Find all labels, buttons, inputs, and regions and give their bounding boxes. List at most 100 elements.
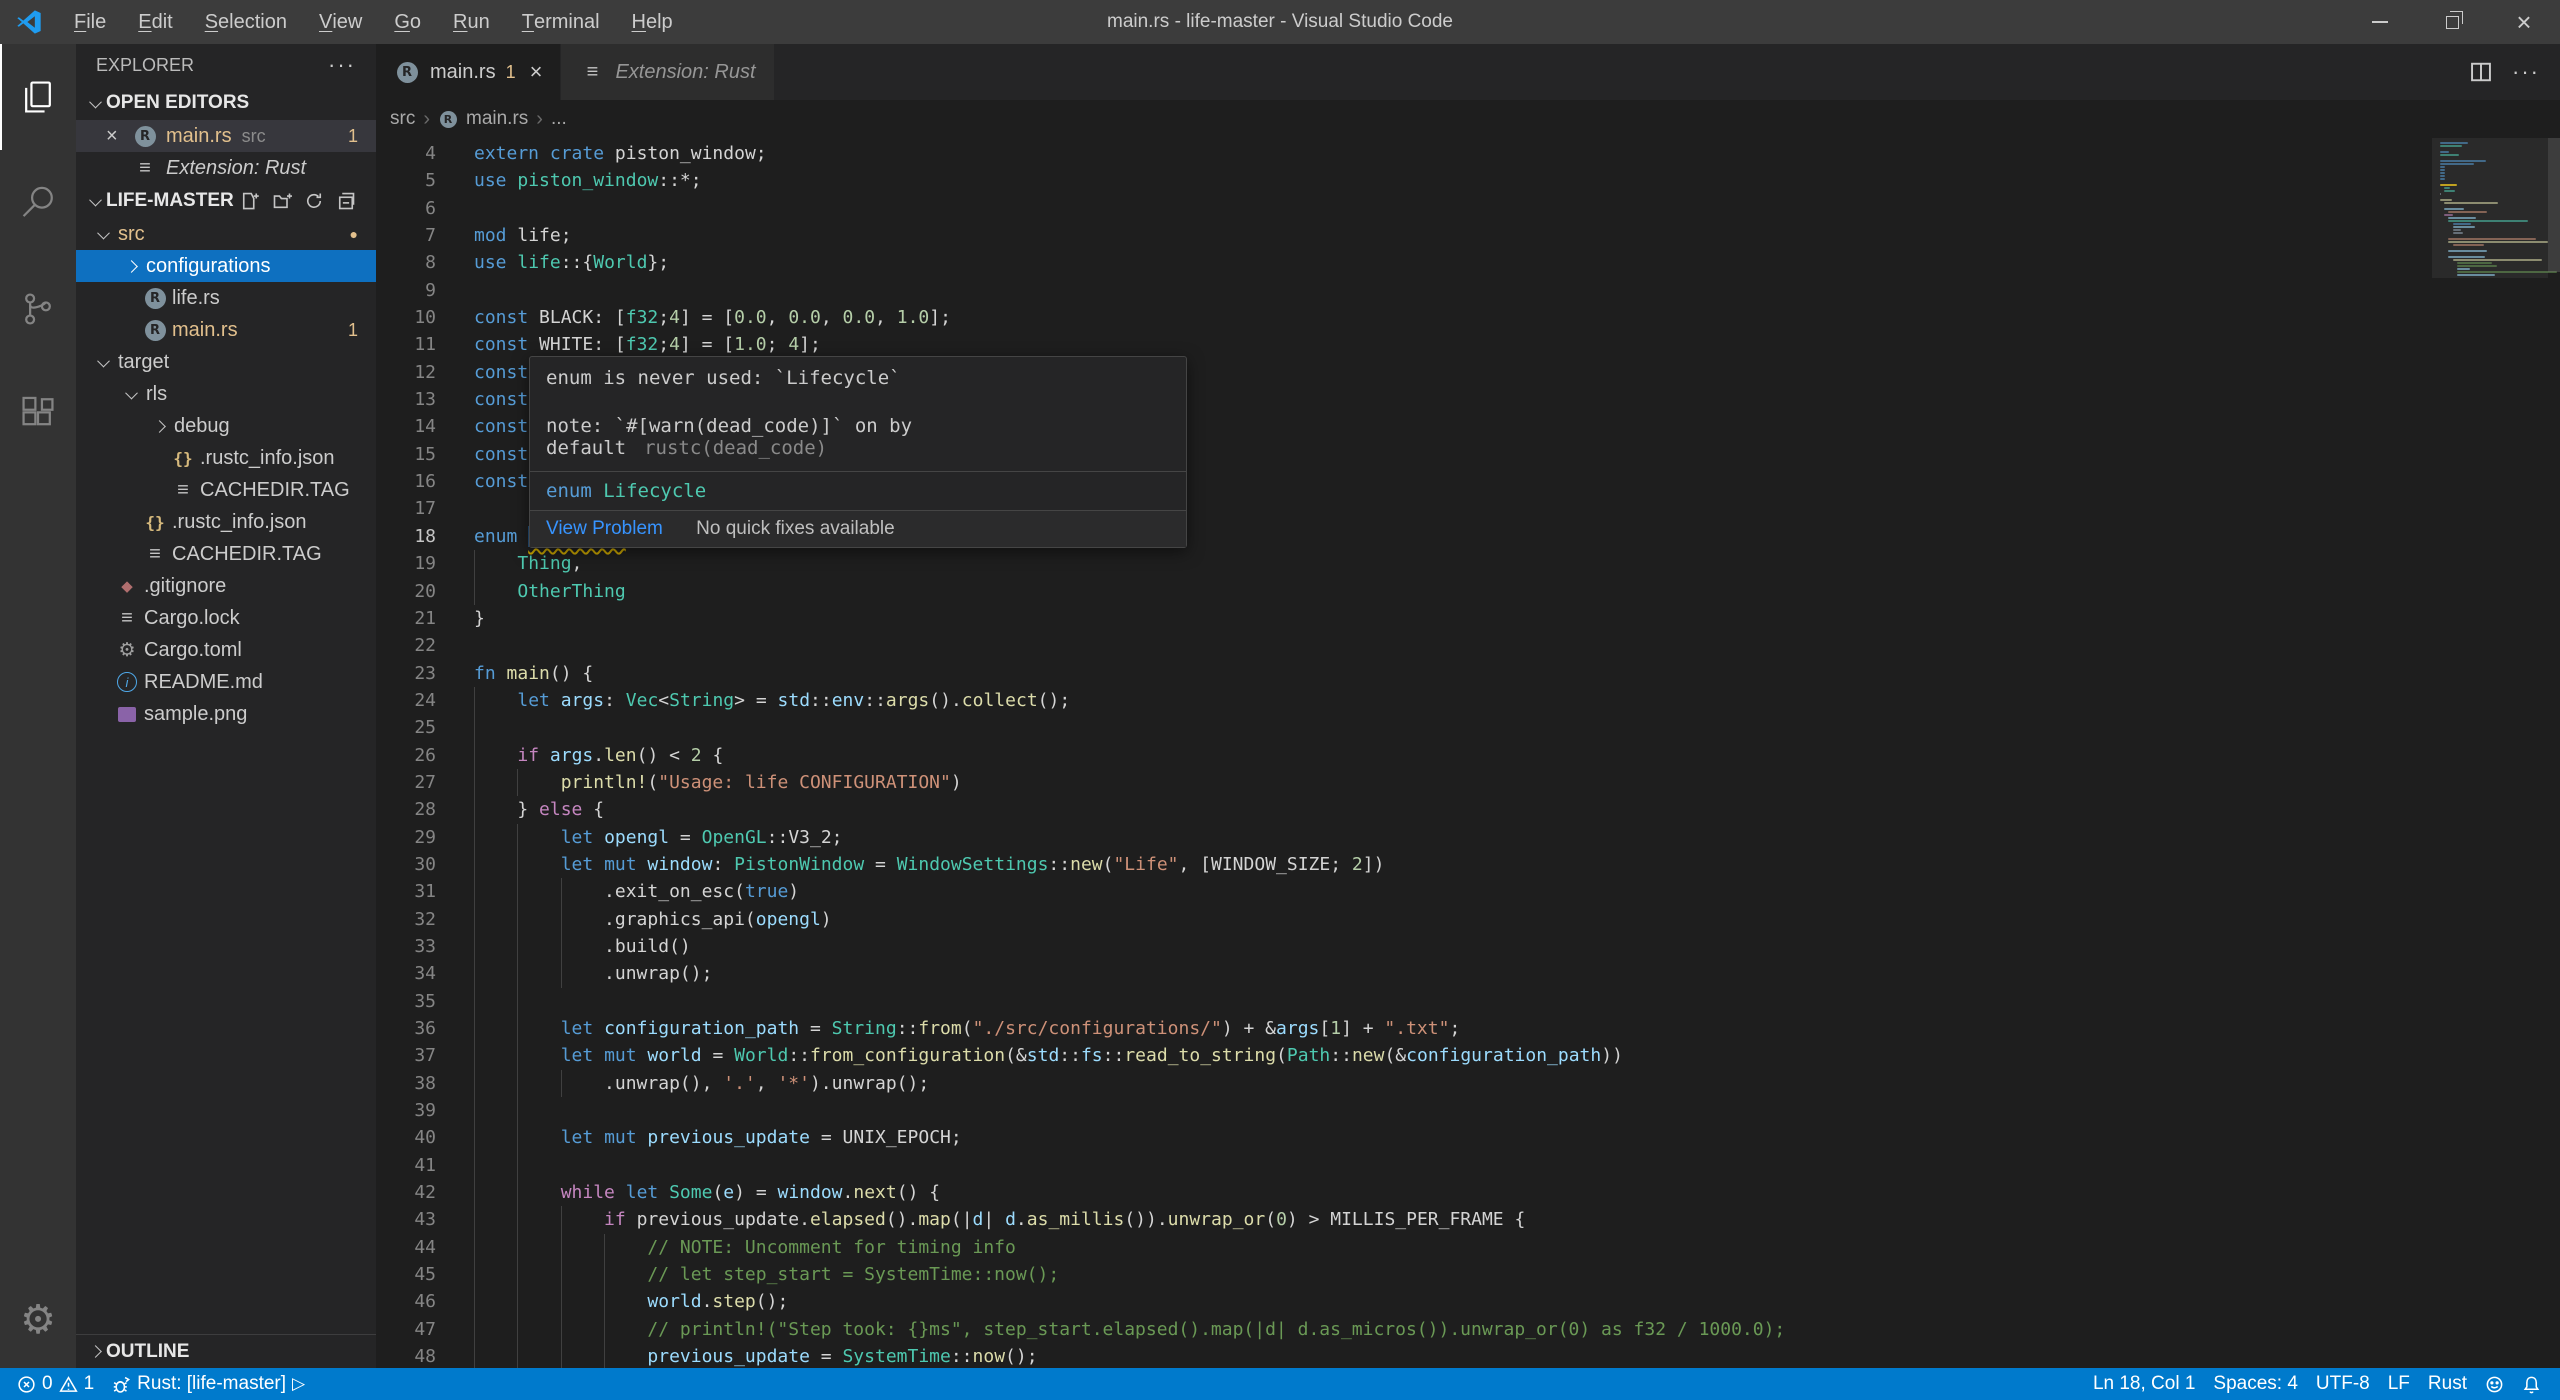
manage-button[interactable]: ⚙ — [0, 1272, 76, 1368]
outline-header[interactable]: OUTLINE — [76, 1334, 376, 1368]
feedback-button[interactable] — [2476, 1368, 2513, 1400]
folder-section-header[interactable]: LIFE-MASTER — [76, 184, 376, 218]
code-line[interactable]: 41 — [376, 1152, 2430, 1179]
code-line[interactable]: 8use life::{World}; — [376, 249, 2430, 276]
refresh-icon[interactable] — [304, 191, 324, 211]
code-line[interactable]: 6 — [376, 195, 2430, 222]
tree-item-rls[interactable]: rls — [76, 378, 376, 410]
open-editors-header[interactable]: OPEN EDITORS — [76, 86, 376, 120]
code-line[interactable]: 27 println!("Usage: life CONFIGURATION") — [376, 769, 2430, 796]
code-line[interactable]: 37 let mut world = World::from_configura… — [376, 1042, 2430, 1069]
tab-extension-rust[interactable]: ≡Extension: Rust — [561, 44, 774, 100]
code-line[interactable]: 46 world.step(); — [376, 1288, 2430, 1315]
code-line[interactable]: 21} — [376, 605, 2430, 632]
code-line[interactable]: 48 previous_update = SystemTime::now(); — [376, 1343, 2430, 1368]
cursor-position[interactable]: Ln 18, Col 1 — [2084, 1368, 2204, 1400]
tree-item-readme-md[interactable]: README.md — [76, 666, 376, 698]
code-line[interactable]: 11const WHITE: [f32;4] = [1.0; 4]; — [376, 331, 2430, 358]
tree-item-cachedir-tag[interactable]: ≡CACHEDIR.TAG — [76, 474, 376, 506]
code-line[interactable]: 9 — [376, 277, 2430, 304]
tree-item-cargo-toml[interactable]: ⚙Cargo.toml — [76, 634, 376, 666]
tree-item-rustc-info-json[interactable]: {}.rustc_info.json — [76, 506, 376, 538]
code-line[interactable]: 25 — [376, 714, 2430, 741]
code-line[interactable]: 42 while let Some(e) = window.next() { — [376, 1179, 2430, 1206]
tree-item-sample-png[interactable]: sample.png — [76, 698, 376, 730]
restore-button[interactable] — [2416, 0, 2488, 44]
new-folder-icon[interactable] — [272, 191, 292, 211]
tree-item-configurations[interactable]: configurations — [76, 250, 376, 282]
code-line[interactable]: 43 if previous_update.elapsed().map(|d| … — [376, 1206, 2430, 1233]
code-line[interactable]: 38 .unwrap(), '.', '*').unwrap(); — [376, 1070, 2430, 1097]
code-line[interactable]: 20 OtherThing — [376, 578, 2430, 605]
source-control-activity-button[interactable] — [0, 256, 76, 362]
tree-item-cargo-lock[interactable]: ≡Cargo.lock — [76, 602, 376, 634]
code-line[interactable]: 30 let mut window: PistonWindow = Window… — [376, 851, 2430, 878]
code-line[interactable]: 44 // NOTE: Uncomment for timing info — [376, 1234, 2430, 1261]
more-actions-icon[interactable]: ··· — [2512, 59, 2540, 85]
menu-run[interactable]: Run — [437, 0, 506, 44]
code-line[interactable]: 29 let opengl = OpenGL::V3_2; — [376, 824, 2430, 851]
tree-item-cachedir-tag[interactable]: ≡CACHEDIR.TAG — [76, 538, 376, 570]
code-line[interactable]: 5use piston_window::*; — [376, 167, 2430, 194]
code-line[interactable]: 10const BLACK: [f32;4] = [0.0, 0.0, 0.0,… — [376, 304, 2430, 331]
code-line[interactable]: 36 let configuration_path = String::from… — [376, 1015, 2430, 1042]
code-editor[interactable]: 4extern crate piston_window;5use piston_… — [376, 138, 2560, 1368]
code-line[interactable]: 26 if args.len() < 2 { — [376, 742, 2430, 769]
code-line[interactable]: 32 .graphics_api(opengl) — [376, 906, 2430, 933]
tree-item-debug[interactable]: debug — [76, 410, 376, 442]
breadcrumb-item-main-rs[interactable]: main.rs — [466, 108, 528, 130]
code-line[interactable]: 28 } else { — [376, 796, 2430, 823]
open-editor-extension-rust[interactable]: ≡Extension: Rust — [76, 152, 376, 184]
code-line[interactable]: 40 let mut previous_update = UNIX_EPOCH; — [376, 1124, 2430, 1151]
code-line[interactable]: 19 Thing, — [376, 550, 2430, 577]
code-line[interactable]: 45 // let step_start = SystemTime::now()… — [376, 1261, 2430, 1288]
breadcrumb-item-[interactable]: ... — [551, 108, 567, 130]
more-actions-icon[interactable]: ··· — [328, 52, 356, 78]
notifications-button[interactable] — [2513, 1368, 2550, 1400]
problems-indicator[interactable]: 0 1 — [8, 1368, 103, 1400]
close-window-button[interactable]: × — [2488, 0, 2560, 44]
menu-edit[interactable]: Edit — [122, 0, 188, 44]
minimize-button[interactable] — [2344, 0, 2416, 44]
rust-status-item[interactable]: Rust: [life-master] ▷ — [103, 1368, 314, 1400]
code-line[interactable]: 33 .build() — [376, 933, 2430, 960]
code-line[interactable]: 39 — [376, 1097, 2430, 1124]
tree-item-target[interactable]: target — [76, 346, 376, 378]
close-icon[interactable]: × — [530, 59, 543, 85]
eol-setting[interactable]: LF — [2379, 1368, 2419, 1400]
menu-view[interactable]: View — [303, 0, 378, 44]
minimap[interactable] — [2432, 138, 2548, 1368]
indentation-setting[interactable]: Spaces: 4 — [2204, 1368, 2307, 1400]
language-mode[interactable]: Rust — [2419, 1368, 2476, 1400]
code-line[interactable]: 47 // println!("Step took: {}ms", step_s… — [376, 1316, 2430, 1343]
search-activity-button[interactable] — [0, 150, 76, 256]
open-editor-main-rs[interactable]: ×main.rssrc1 — [76, 120, 376, 152]
menu-selection[interactable]: Selection — [189, 0, 303, 44]
new-file-icon[interactable] — [240, 191, 260, 211]
code-line[interactable]: 7mod life; — [376, 222, 2430, 249]
tree-item-rustc-info-json[interactable]: {}.rustc_info.json — [76, 442, 376, 474]
code-line[interactable]: 22 — [376, 632, 2430, 659]
code-line[interactable]: 23fn main() { — [376, 660, 2430, 687]
code-line[interactable]: 34 .unwrap(); — [376, 960, 2430, 987]
close-icon[interactable]: × — [106, 125, 132, 148]
collapse-all-icon[interactable] — [336, 191, 356, 211]
code-line[interactable]: 4extern crate piston_window; — [376, 140, 2430, 167]
code-line[interactable]: 24 let args: Vec<String> = std::env::arg… — [376, 687, 2430, 714]
breadcrumb-item-src[interactable]: src — [390, 108, 415, 130]
code-line[interactable]: 35 — [376, 988, 2430, 1015]
scrollbar[interactable] — [2548, 138, 2560, 272]
encoding-setting[interactable]: UTF-8 — [2307, 1368, 2379, 1400]
tab-main-rs[interactable]: main.rs1× — [376, 44, 561, 100]
extensions-activity-button[interactable] — [0, 362, 76, 468]
code-line[interactable]: 31 .exit_on_esc(true) — [376, 878, 2430, 905]
menu-help[interactable]: Help — [616, 0, 689, 44]
menu-file[interactable]: File — [58, 0, 122, 44]
view-problem-link[interactable]: View Problem — [546, 518, 663, 539]
menu-terminal[interactable]: Terminal — [506, 0, 616, 44]
tree-item-src[interactable]: src● — [76, 218, 376, 250]
menu-go[interactable]: Go — [378, 0, 437, 44]
split-editor-icon[interactable] — [2470, 61, 2492, 83]
tree-item-main-rs[interactable]: main.rs1 — [76, 314, 376, 346]
tree-item-life-rs[interactable]: life.rs — [76, 282, 376, 314]
